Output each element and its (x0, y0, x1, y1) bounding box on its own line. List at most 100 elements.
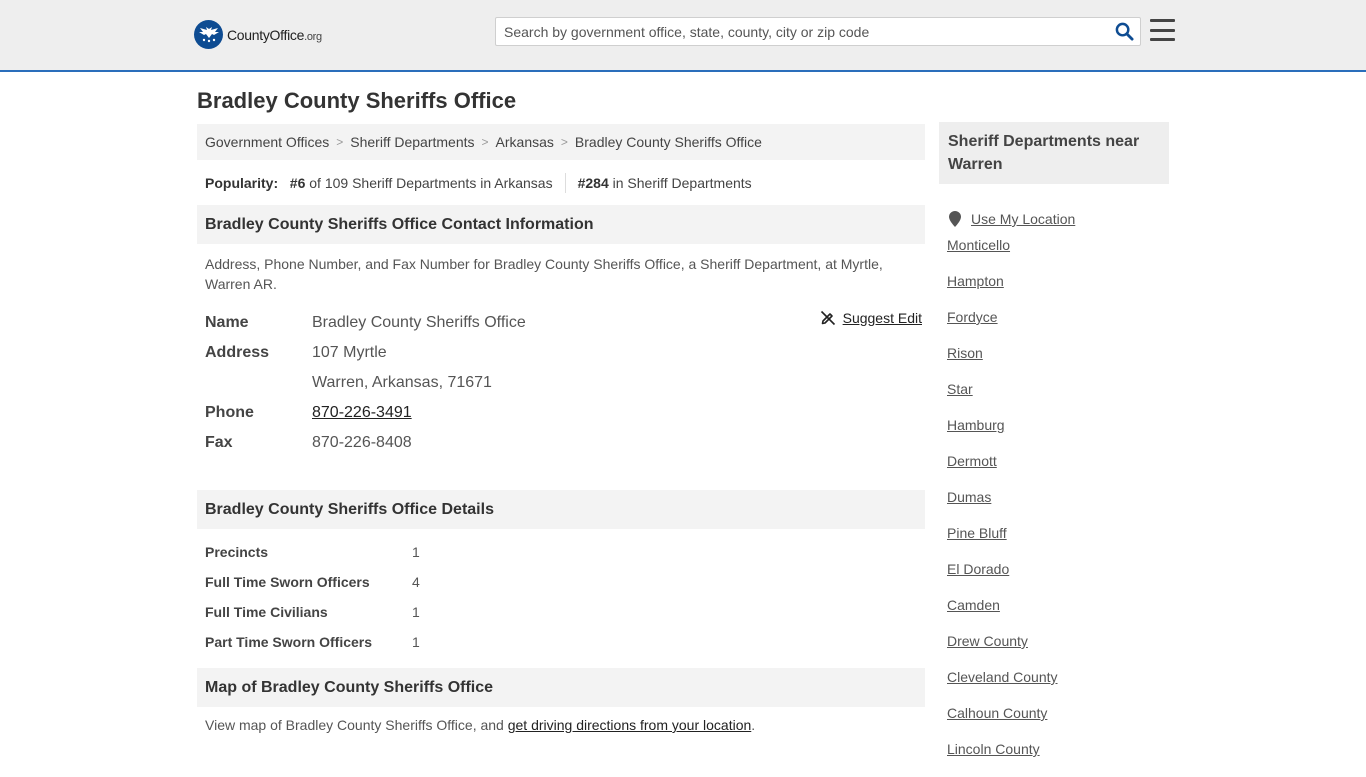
contact-row-address: Address 107 Myrtle (205, 338, 917, 368)
address-line1: 107 Myrtle (312, 344, 387, 361)
details-row: Full Time Civilians 1 (205, 597, 917, 627)
sidebar-heading: Sheriff Departments near Warren (939, 122, 1169, 184)
breadcrumb-separator: > (336, 135, 344, 149)
logo-name: CountyOffice (227, 26, 305, 43)
contact-row-fax: Fax 870-226-8408 (205, 428, 917, 458)
national-rank-text: in Sheriff Departments (612, 174, 752, 191)
nearby-link[interactable]: Cleveland County (947, 669, 1058, 685)
popularity-divider (564, 172, 566, 193)
sidebar-item-hamburg: Hamburg (947, 417, 1169, 453)
fax-label: Fax (205, 434, 233, 451)
nearby-link[interactable]: Star (947, 381, 973, 397)
sidebar-item-camden: Camden (947, 597, 1169, 633)
nearby-link[interactable]: Fordyce (947, 309, 998, 325)
sidebar: Sheriff Departments near Warren Use My L… (939, 122, 1169, 777)
nearby-link[interactable]: Monticello (947, 237, 1010, 253)
sidebar-item-lincoln-county: Lincoln County (947, 741, 1169, 777)
nearby-link[interactable]: Dumas (947, 489, 991, 505)
sidebar-item-rison: Rison (947, 345, 1169, 381)
sidebar-item-pine-bluff: Pine Bluff (947, 525, 1169, 561)
nearby-link[interactable]: El Dorado (947, 561, 1009, 577)
sidebar-item-calhoun-county: Calhoun County (947, 705, 1169, 741)
contact-info: Suggest Edit Name Bradley County Sheriff… (197, 294, 925, 458)
nearby-list: Use My Location Monticello Hampton Fordy… (939, 184, 1169, 777)
logo-tld: .org (304, 30, 322, 43)
edit-off-icon (820, 310, 835, 326)
site-logo[interactable]: CountyOffice.org (194, 20, 322, 49)
details-row: Full Time Sworn Officers 4 (205, 567, 917, 597)
sidebar-item-star: Star (947, 381, 1169, 417)
nearby-link[interactable]: Hampton (947, 273, 1004, 289)
name-value: Bradley County Sheriffs Office (312, 314, 526, 331)
search-icon (1115, 22, 1134, 41)
address-line2: Warren, Arkansas, 71671 (312, 374, 492, 391)
detail-label: Precincts (205, 544, 269, 560)
nearby-link[interactable]: Dermott (947, 453, 997, 469)
suggest-edit-link[interactable]: Suggest Edit (820, 310, 922, 326)
location-pin-icon (949, 211, 961, 227)
contact-row-address-2: Warren, Arkansas, 71671 (205, 368, 917, 398)
sidebar-item-el-dorado: El Dorado (947, 561, 1169, 597)
address-label: Address (205, 344, 270, 361)
sidebar-item-hampton: Hampton (947, 273, 1169, 309)
search-button[interactable] (1108, 18, 1140, 45)
contact-row-name: Name Bradley County Sheriffs Office (205, 308, 917, 338)
detail-label: Full Time Sworn Officers (205, 574, 370, 590)
sidebar-item-dermott: Dermott (947, 453, 1169, 489)
map-text-before: View map of Bradley County Sheriffs Offi… (205, 717, 508, 733)
search-input[interactable] (496, 18, 1108, 45)
popularity-label: Popularity: (205, 174, 279, 191)
detail-value: 1 (412, 634, 420, 650)
use-my-location-link[interactable]: Use My Location (971, 211, 1075, 227)
phone-label: Phone (205, 404, 254, 421)
site-header: CountyOffice.org (0, 0, 1366, 72)
sidebar-item-monticello: Monticello (947, 237, 1169, 273)
breadcrumb-current: Bradley County Sheriffs Office (574, 134, 762, 150)
map-description: View map of Bradley County Sheriffs Offi… (197, 707, 925, 733)
eagle-seal-icon (194, 20, 223, 49)
detail-label: Full Time Civilians (205, 604, 328, 620)
sidebar-item-fordyce: Fordyce (947, 309, 1169, 345)
nearby-link[interactable]: Calhoun County (947, 705, 1047, 721)
nearby-link[interactable]: Lincoln County (947, 741, 1040, 757)
map-text-after: . (751, 717, 756, 733)
name-label: Name (205, 314, 249, 331)
details-row: Part Time Sworn Officers 1 (205, 627, 917, 657)
use-location-item: Use My Location (947, 201, 1169, 237)
state-rank: #6 (289, 174, 306, 191)
detail-value: 4 (412, 574, 420, 590)
nearby-link[interactable]: Camden (947, 597, 1000, 613)
contact-row-phone: Phone 870-226-3491 (205, 398, 917, 428)
breadcrumb-government-offices[interactable]: Government Offices (205, 134, 329, 150)
nearby-link[interactable]: Rison (947, 345, 983, 361)
details-row: Precincts 1 (205, 537, 917, 567)
state-rank-text: of 109 Sheriff Departments in Arkansas (309, 174, 553, 191)
breadcrumb-separator: > (560, 135, 568, 149)
details-list: Precincts 1 Full Time Sworn Officers 4 F… (197, 529, 925, 657)
contact-section-heading: Bradley County Sheriffs Office Contact I… (197, 205, 925, 244)
breadcrumb-sheriff-departments[interactable]: Sheriff Departments (350, 134, 474, 150)
driving-directions-link[interactable]: get driving directions from your locatio… (508, 717, 752, 733)
detail-label: Part Time Sworn Officers (205, 634, 373, 650)
sidebar-item-drew-county: Drew County (947, 633, 1169, 669)
breadcrumb: Government Offices > Sheriff Departments… (197, 124, 925, 160)
main-content: Government Offices > Sheriff Departments… (197, 124, 925, 733)
sidebar-item-cleveland-county: Cleveland County (947, 669, 1169, 705)
breadcrumb-arkansas[interactable]: Arkansas (496, 134, 554, 150)
details-section-heading: Bradley County Sheriffs Office Details (197, 490, 925, 529)
page-title: Bradley County Sheriffs Office (197, 88, 517, 113)
search-bar (495, 17, 1141, 46)
detail-value: 1 (412, 604, 420, 620)
nearby-link[interactable]: Hamburg (947, 417, 1005, 433)
breadcrumb-separator: > (481, 135, 489, 149)
suggest-edit-label: Suggest Edit (842, 310, 922, 326)
map-section-heading: Map of Bradley County Sheriffs Office (197, 668, 925, 707)
detail-value: 1 (412, 544, 420, 560)
hamburger-menu-icon[interactable] (1150, 19, 1175, 41)
popularity-bar: Popularity: #6 of 109 Sheriff Department… (197, 160, 925, 205)
logo-text: CountyOffice.org (227, 27, 322, 43)
nearby-link[interactable]: Pine Bluff (947, 525, 1007, 541)
fax-value: 870-226-8408 (312, 434, 412, 451)
nearby-link[interactable]: Drew County (947, 633, 1028, 649)
phone-link[interactable]: 870-226-3491 (312, 404, 412, 422)
